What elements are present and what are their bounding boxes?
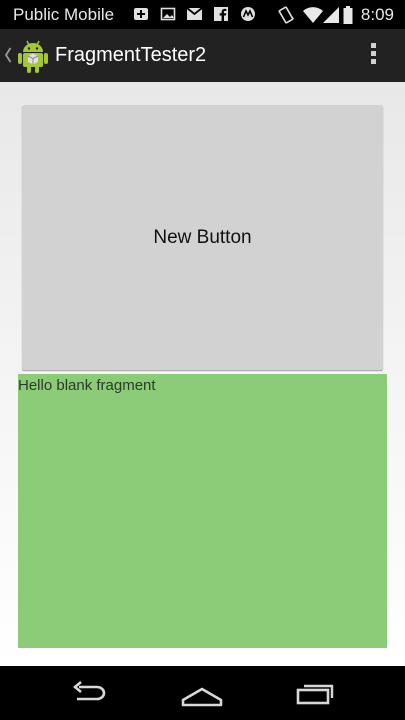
new-button[interactable]: New Button — [22, 105, 383, 370]
image-icon — [160, 6, 176, 26]
home-icon[interactable] — [180, 678, 224, 708]
action-bar: FragmentTester2 — [0, 29, 405, 82]
overflow-menu-icon[interactable] — [366, 43, 380, 69]
facebook-icon — [213, 6, 229, 26]
motorola-icon — [240, 6, 256, 26]
vibrate-icon — [278, 6, 295, 28]
app-title: FragmentTester2 — [55, 44, 207, 66]
recent-apps-icon[interactable] — [295, 678, 339, 708]
wifi-icon — [302, 6, 324, 28]
gmail-icon — [186, 6, 203, 26]
clock: 8:09 — [360, 5, 394, 24]
back-icon[interactable] — [68, 678, 110, 708]
blank-fragment: Hello blank fragment — [18, 374, 387, 648]
notification-icon — [133, 6, 149, 26]
android-app-icon[interactable] — [16, 38, 50, 74]
signal-icon — [322, 6, 340, 28]
navigation-bar — [0, 666, 405, 720]
battery-icon — [343, 6, 353, 28]
carrier-label: Public Mobile — [13, 5, 115, 24]
fragment-text: Hello blank fragment — [18, 377, 156, 394]
status-bar: Public Mobile 8:09 — [0, 0, 405, 29]
main-content: New Button Hello blank fragment — [0, 82, 405, 666]
back-chevron-icon[interactable] — [4, 46, 12, 64]
